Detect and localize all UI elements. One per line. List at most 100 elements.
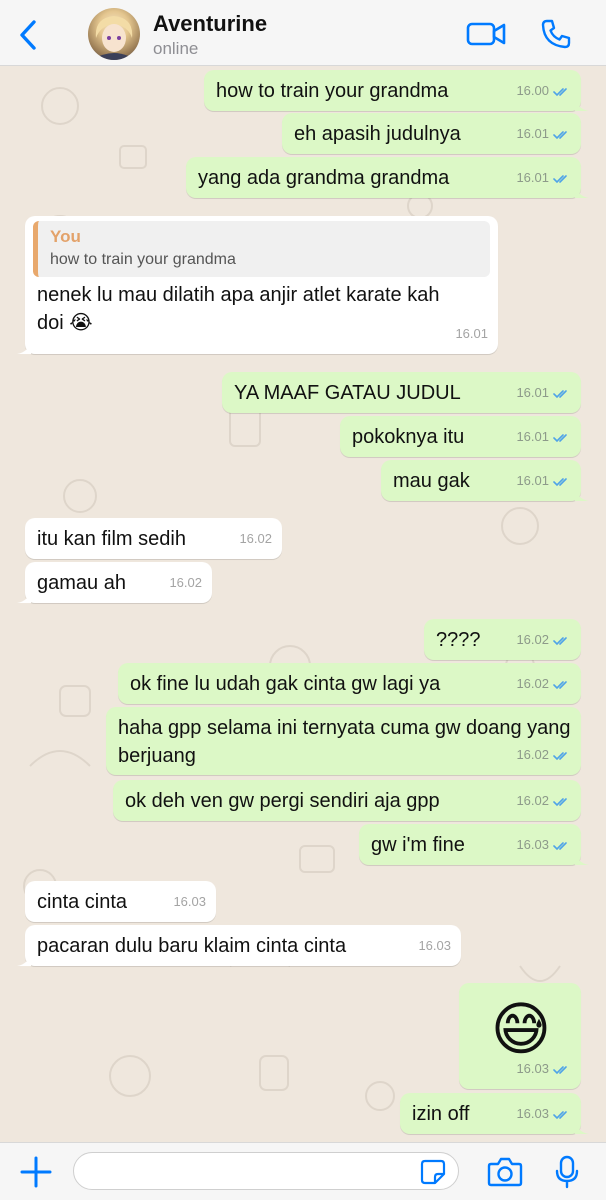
bubble-tail <box>575 851 589 865</box>
double-check-icon <box>553 389 567 398</box>
message-meta: 16.03 <box>173 888 206 916</box>
double-check-icon <box>553 1110 567 1119</box>
bubble-tail <box>17 952 31 966</box>
message-meta: 16.01 <box>516 423 571 451</box>
camera-icon[interactable] <box>487 1156 523 1188</box>
double-check-icon <box>553 174 567 183</box>
double-check-icon <box>553 797 567 806</box>
message-meta: 16.02 <box>516 787 571 815</box>
chat-area[interactable]: how to train your grandma 16.00 eh apasi… <box>0 66 606 1142</box>
message-outgoing[interactable]: yang ada grandma grandma 16.01 <box>186 157 589 198</box>
message-time: 16.02 <box>516 747 549 762</box>
message-text: ok deh ven gw pergi sendiri aja gpp <box>125 790 440 812</box>
back-chevron-icon[interactable] <box>14 18 44 52</box>
message-meta: 16.03 <box>418 932 451 960</box>
message-text: yang ada grandma grandma <box>198 167 450 189</box>
message-outgoing[interactable]: YA MAAF GATAU JUDUL 16.01 <box>222 372 581 413</box>
message-time: 16.02 <box>239 531 272 546</box>
quoted-message[interactable]: You how to train your grandma <box>33 221 490 277</box>
message-outgoing[interactable]: ok deh ven gw pergi sendiri aja gpp 16.0… <box>113 780 581 821</box>
message-incoming[interactable]: gamau ah 16.02 <box>17 562 212 603</box>
message-time: 16.03 <box>516 1061 549 1076</box>
quoted-sender: You <box>50 227 81 246</box>
message-time: 16.02 <box>516 676 549 691</box>
message-outgoing[interactable]: pokoknya itu 16.01 <box>340 416 581 457</box>
plus-icon[interactable] <box>20 1156 52 1188</box>
contact-status: online <box>153 39 199 58</box>
message-outgoing[interactable]: how to train your grandma 16.00 <box>204 70 589 111</box>
message-incoming[interactable]: itu kan film sedih 16.02 <box>25 518 282 559</box>
message-meta: 16.02 <box>516 626 571 654</box>
message-outgoing[interactable]: ok fine lu udah gak cinta gw lagi ya 16.… <box>118 663 581 704</box>
message-outgoing[interactable]: izin off 16.03 <box>400 1093 589 1134</box>
double-check-icon <box>553 636 567 645</box>
microphone-icon[interactable] <box>555 1155 579 1189</box>
double-check-icon <box>553 477 567 486</box>
message-meta: 16.02 <box>516 670 571 698</box>
message-meta: 16.01 <box>516 467 571 495</box>
quoted-text: how to train your grandma <box>50 251 236 268</box>
message-time: 16.02 <box>516 793 549 808</box>
message-time: 16.03 <box>173 894 206 909</box>
message-incoming[interactable]: pacaran dulu baru klaim cinta cinta 16.0… <box>17 925 461 966</box>
message-text: haha gpp selama ini ternyata cuma gw doa… <box>118 717 571 767</box>
message-text: ok fine lu udah gak cinta gw lagi ya <box>130 673 441 695</box>
bubble-tail <box>575 97 589 111</box>
message-outgoing[interactable]: eh apasih judulnya 16.01 <box>282 113 581 154</box>
video-call-icon[interactable] <box>466 20 506 48</box>
double-check-icon <box>553 841 567 850</box>
message-time: 16.03 <box>516 1106 549 1121</box>
message-text: pacaran dulu baru klaim cinta cinta <box>37 935 347 957</box>
message-meta: 16.00 <box>516 77 571 105</box>
message-time: 16.02 <box>169 575 202 590</box>
message-time: 16.02 <box>516 632 549 647</box>
message-outgoing[interactable]: gw i'm fine 16.03 <box>359 824 589 865</box>
sticker-icon[interactable] <box>420 1159 446 1185</box>
double-check-icon <box>553 130 567 139</box>
message-meta: 16.01 <box>516 164 571 192</box>
message-meta: 16.02 <box>516 741 571 769</box>
message-outgoing[interactable]: haha gpp selama ini ternyata cuma gw doa… <box>106 707 581 775</box>
bubble-tail <box>17 589 31 603</box>
avatar-image <box>92 16 136 60</box>
double-check-icon <box>553 751 567 760</box>
message-time: 16.01 <box>516 170 549 185</box>
bubble-tail <box>575 184 589 198</box>
message-incoming[interactable]: cinta cinta 16.03 <box>25 881 216 922</box>
phone-icon[interactable] <box>540 18 572 50</box>
bubble-tail <box>575 487 589 501</box>
message-text: nenek lu mau dilatih apa anjir atlet kar… <box>37 284 440 334</box>
message-time: 16.01 <box>516 126 549 141</box>
chat-header: Aventurine online <box>0 0 606 66</box>
message-time: 16.03 <box>418 938 451 953</box>
message-time: 16.03 <box>516 837 549 852</box>
bubble-tail <box>575 1120 589 1134</box>
contact-name[interactable]: Aventurine <box>153 11 267 37</box>
message-input[interactable] <box>73 1152 459 1190</box>
message-meta: 16.01 <box>516 120 571 148</box>
message-meta: 16.02 <box>239 525 272 553</box>
double-check-icon <box>553 680 567 689</box>
message-meta: 16.02 <box>169 569 202 597</box>
message-meta: 16.03 <box>516 1055 571 1083</box>
double-check-icon <box>553 433 567 442</box>
contact-avatar[interactable] <box>88 8 140 60</box>
message-input-bar <box>0 1142 606 1200</box>
message-outgoing-emoji[interactable]: 😅 16.03 <box>459 983 581 1089</box>
message-meta: 16.01 <box>455 320 488 348</box>
message-outgoing[interactable]: mau gak 16.01 <box>381 460 589 501</box>
message-meta: 16.03 <box>516 831 571 859</box>
message-text: itu kan film sedih <box>37 528 186 550</box>
message-time: 16.01 <box>516 429 549 444</box>
message-time: 16.00 <box>516 83 549 98</box>
message-incoming-reply[interactable]: You how to train your grandma nenek lu m… <box>17 216 498 354</box>
message-time: 16.01 <box>516 385 549 400</box>
bubble-tail <box>17 340 31 354</box>
message-meta: 16.01 <box>516 379 571 407</box>
double-check-icon <box>553 87 567 96</box>
message-time: 16.01 <box>455 326 488 341</box>
double-check-icon <box>553 1065 567 1074</box>
message-meta: 16.03 <box>516 1100 571 1128</box>
message-outgoing[interactable]: ???? 16.02 <box>424 619 581 660</box>
message-time: 16.01 <box>516 473 549 488</box>
